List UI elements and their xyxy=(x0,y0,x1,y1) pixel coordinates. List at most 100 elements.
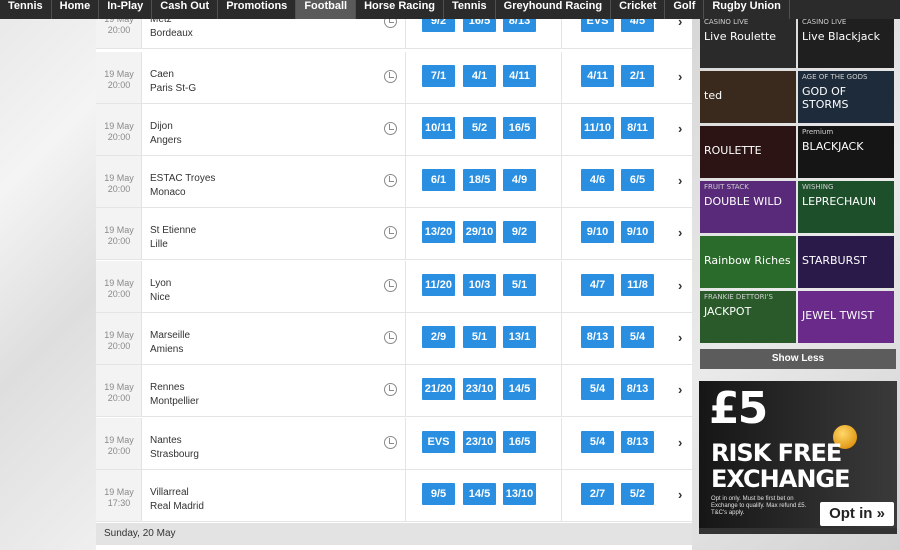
odds-button[interactable]: 5/4 xyxy=(581,431,614,453)
odds-button[interactable]: 2/7 xyxy=(581,483,614,505)
nav-item[interactable]: Rugby Union xyxy=(704,0,790,19)
nav-item[interactable]: Promotions xyxy=(218,0,297,19)
game-title: JACKPOT xyxy=(704,305,752,318)
event-date: 19 May xyxy=(104,69,134,79)
game-title: DOUBLE WILD xyxy=(704,195,783,208)
odds-button[interactable]: 2/1 xyxy=(621,65,654,87)
odds-button[interactable]: 5/4 xyxy=(621,326,654,348)
event-row[interactable]: 19 May 17:30 Villarreal Real Madrid 9/5 14/5 1… xyxy=(96,470,692,522)
odds-button[interactable]: 5/1 xyxy=(463,326,496,348)
odds-button[interactable]: 10/3 xyxy=(463,274,496,296)
odds-button[interactable]: 14/5 xyxy=(503,378,536,400)
game-tile[interactable]: CASINO LIVE Live Roulette xyxy=(700,16,796,68)
event-row[interactable]: 19 May 20:00 St Etienne Lille 13/20 29/10 9/2 9… xyxy=(96,208,692,260)
odds-button[interactable]: 7/1 xyxy=(422,65,455,87)
odds-button[interactable]: 16/5 xyxy=(503,117,536,139)
odds-button[interactable]: 8/11 xyxy=(621,117,654,139)
odds-button[interactable]: 16/5 xyxy=(503,431,536,453)
odds-button[interactable]: 5/1 xyxy=(503,274,536,296)
event-date: 19 May xyxy=(104,225,134,235)
home-team: Villarreal xyxy=(150,487,189,498)
chevron-right-icon[interactable]: › xyxy=(678,225,682,240)
nav-item[interactable]: Tennis xyxy=(0,0,52,19)
event-row[interactable]: 19 May 20:00 ESTAC Troyes Monaco 6/1 18/5 4/9 4… xyxy=(96,156,692,208)
odds-button[interactable]: 13/20 xyxy=(422,221,455,243)
game-tile[interactable]: CASINO LIVE Live Blackjack xyxy=(798,16,894,68)
event-row[interactable]: 19 May 20:00 Caen Paris St-G 7/1 4/1 4/11 4/11 2… xyxy=(96,52,692,104)
odds-button[interactable]: 23/10 xyxy=(463,378,496,400)
nav-item[interactable]: In-Play xyxy=(99,0,153,19)
odds-button[interactable]: 8/13 xyxy=(621,431,654,453)
odds-button[interactable]: 14/5 xyxy=(463,483,496,505)
odds-button[interactable]: 2/9 xyxy=(422,326,455,348)
event-row[interactable]: 19 May 20:00 Dijon Angers 10/11 5/2 16/5 11/10 8… xyxy=(96,104,692,156)
nav-item[interactable]: Cash Out xyxy=(152,0,219,19)
chevron-right-icon[interactable]: › xyxy=(678,435,682,450)
odds-button[interactable]: 4/1 xyxy=(463,65,496,87)
chevron-right-icon[interactable]: › xyxy=(678,121,682,136)
nav-item[interactable]: Greyhound Racing xyxy=(496,0,612,19)
odds-button[interactable]: 5/2 xyxy=(463,117,496,139)
event-row[interactable]: 19 May 20:00 Lyon Nice 11/20 10/3 5/1 4/7 11/8 › xyxy=(96,261,692,313)
game-tile[interactable]: Rainbow Riches xyxy=(700,236,796,288)
odds-button[interactable]: 4/11 xyxy=(503,65,536,87)
odds-button[interactable]: 4/6 xyxy=(581,169,614,191)
odds-button[interactable]: 23/10 xyxy=(463,431,496,453)
nav-item[interactable]: Home xyxy=(52,0,100,19)
odds-button[interactable]: 6/1 xyxy=(422,169,455,191)
game-title: Live Blackjack xyxy=(802,30,880,43)
chevron-right-icon[interactable]: › xyxy=(678,278,682,293)
chevron-right-icon[interactable]: › xyxy=(678,382,682,397)
promo-banner[interactable]: £5 RISK FREE EXCHANGE Opt in only. Must … xyxy=(699,381,897,534)
odds-button[interactable]: 5/4 xyxy=(581,378,614,400)
odds-button[interactable]: 10/11 xyxy=(422,117,455,139)
nav-item[interactable]: Golf xyxy=(665,0,705,19)
odds-button[interactable]: 4/7 xyxy=(581,274,614,296)
game-tile[interactable]: STARBURST xyxy=(798,236,894,288)
odds-button[interactable]: 8/13 xyxy=(621,378,654,400)
opt-in-button[interactable]: Opt in » xyxy=(820,502,894,526)
odds-button[interactable]: 9/10 xyxy=(621,221,654,243)
nav-item[interactable]: Tennis xyxy=(444,0,496,19)
odds-button[interactable]: 13/10 xyxy=(503,483,536,505)
odds-button[interactable]: EVS xyxy=(422,431,455,453)
event-row[interactable]: 19 May 20:00 Marseille Amiens 2/9 5/1 13/1 8/13… xyxy=(96,313,692,365)
odds-button[interactable]: 9/2 xyxy=(503,221,536,243)
game-title: STARBURST xyxy=(802,254,867,267)
chevron-right-icon[interactable]: › xyxy=(678,173,682,188)
odds-button[interactable]: 5/2 xyxy=(621,483,654,505)
nav-item[interactable]: Horse Racing xyxy=(356,0,445,19)
odds-button[interactable]: 29/10 xyxy=(463,221,496,243)
odds-button[interactable]: 4/9 xyxy=(503,169,536,191)
game-tile[interactable]: FRUIT STACK DOUBLE WILD xyxy=(700,181,796,233)
game-tile[interactable]: ted xyxy=(700,71,796,123)
game-tile[interactable]: JEWEL TWIST xyxy=(798,291,894,343)
odds-button[interactable]: 11/20 xyxy=(422,274,455,296)
show-less-button[interactable]: Show Less xyxy=(700,349,896,369)
game-tile[interactable]: AGE OF THE GODS GOD OF STORMS xyxy=(798,71,894,123)
clock-icon xyxy=(384,174,397,187)
odds-button[interactable]: 4/11 xyxy=(581,65,614,87)
nav-item-active[interactable]: Football xyxy=(296,0,357,19)
event-row[interactable]: 19 May 20:00 Nantes Strasbourg EVS 23/10 16/5 5… xyxy=(96,418,692,470)
game-tile[interactable]: Premium BLACKJACK xyxy=(798,126,894,178)
odds-button[interactable]: 6/5 xyxy=(621,169,654,191)
odds-button[interactable]: 11/8 xyxy=(621,274,654,296)
odds-button[interactable]: 9/10 xyxy=(581,221,614,243)
column-divider xyxy=(405,52,406,103)
odds-button[interactable]: 11/10 xyxy=(581,117,614,139)
column-divider xyxy=(561,313,562,364)
odds-button[interactable]: 18/5 xyxy=(463,169,496,191)
odds-button[interactable]: 9/5 xyxy=(422,483,455,505)
nav-item[interactable]: Cricket xyxy=(611,0,666,19)
odds-button[interactable]: 13/1 xyxy=(503,326,536,348)
game-tile[interactable]: ROULETTE xyxy=(700,126,796,178)
game-tile[interactable]: WISHING LEPRECHAUN xyxy=(798,181,894,233)
odds-button[interactable]: 21/20 xyxy=(422,378,455,400)
chevron-right-icon[interactable]: › xyxy=(678,330,682,345)
odds-button[interactable]: 8/13 xyxy=(581,326,614,348)
chevron-right-icon[interactable]: › xyxy=(678,487,682,502)
event-row[interactable]: 19 May 20:00 Rennes Montpellier 21/20 23/10 14… xyxy=(96,365,692,417)
chevron-right-icon[interactable]: › xyxy=(678,69,682,84)
game-tile[interactable]: FRANKIE DETTORI'S JACKPOT xyxy=(700,291,796,343)
